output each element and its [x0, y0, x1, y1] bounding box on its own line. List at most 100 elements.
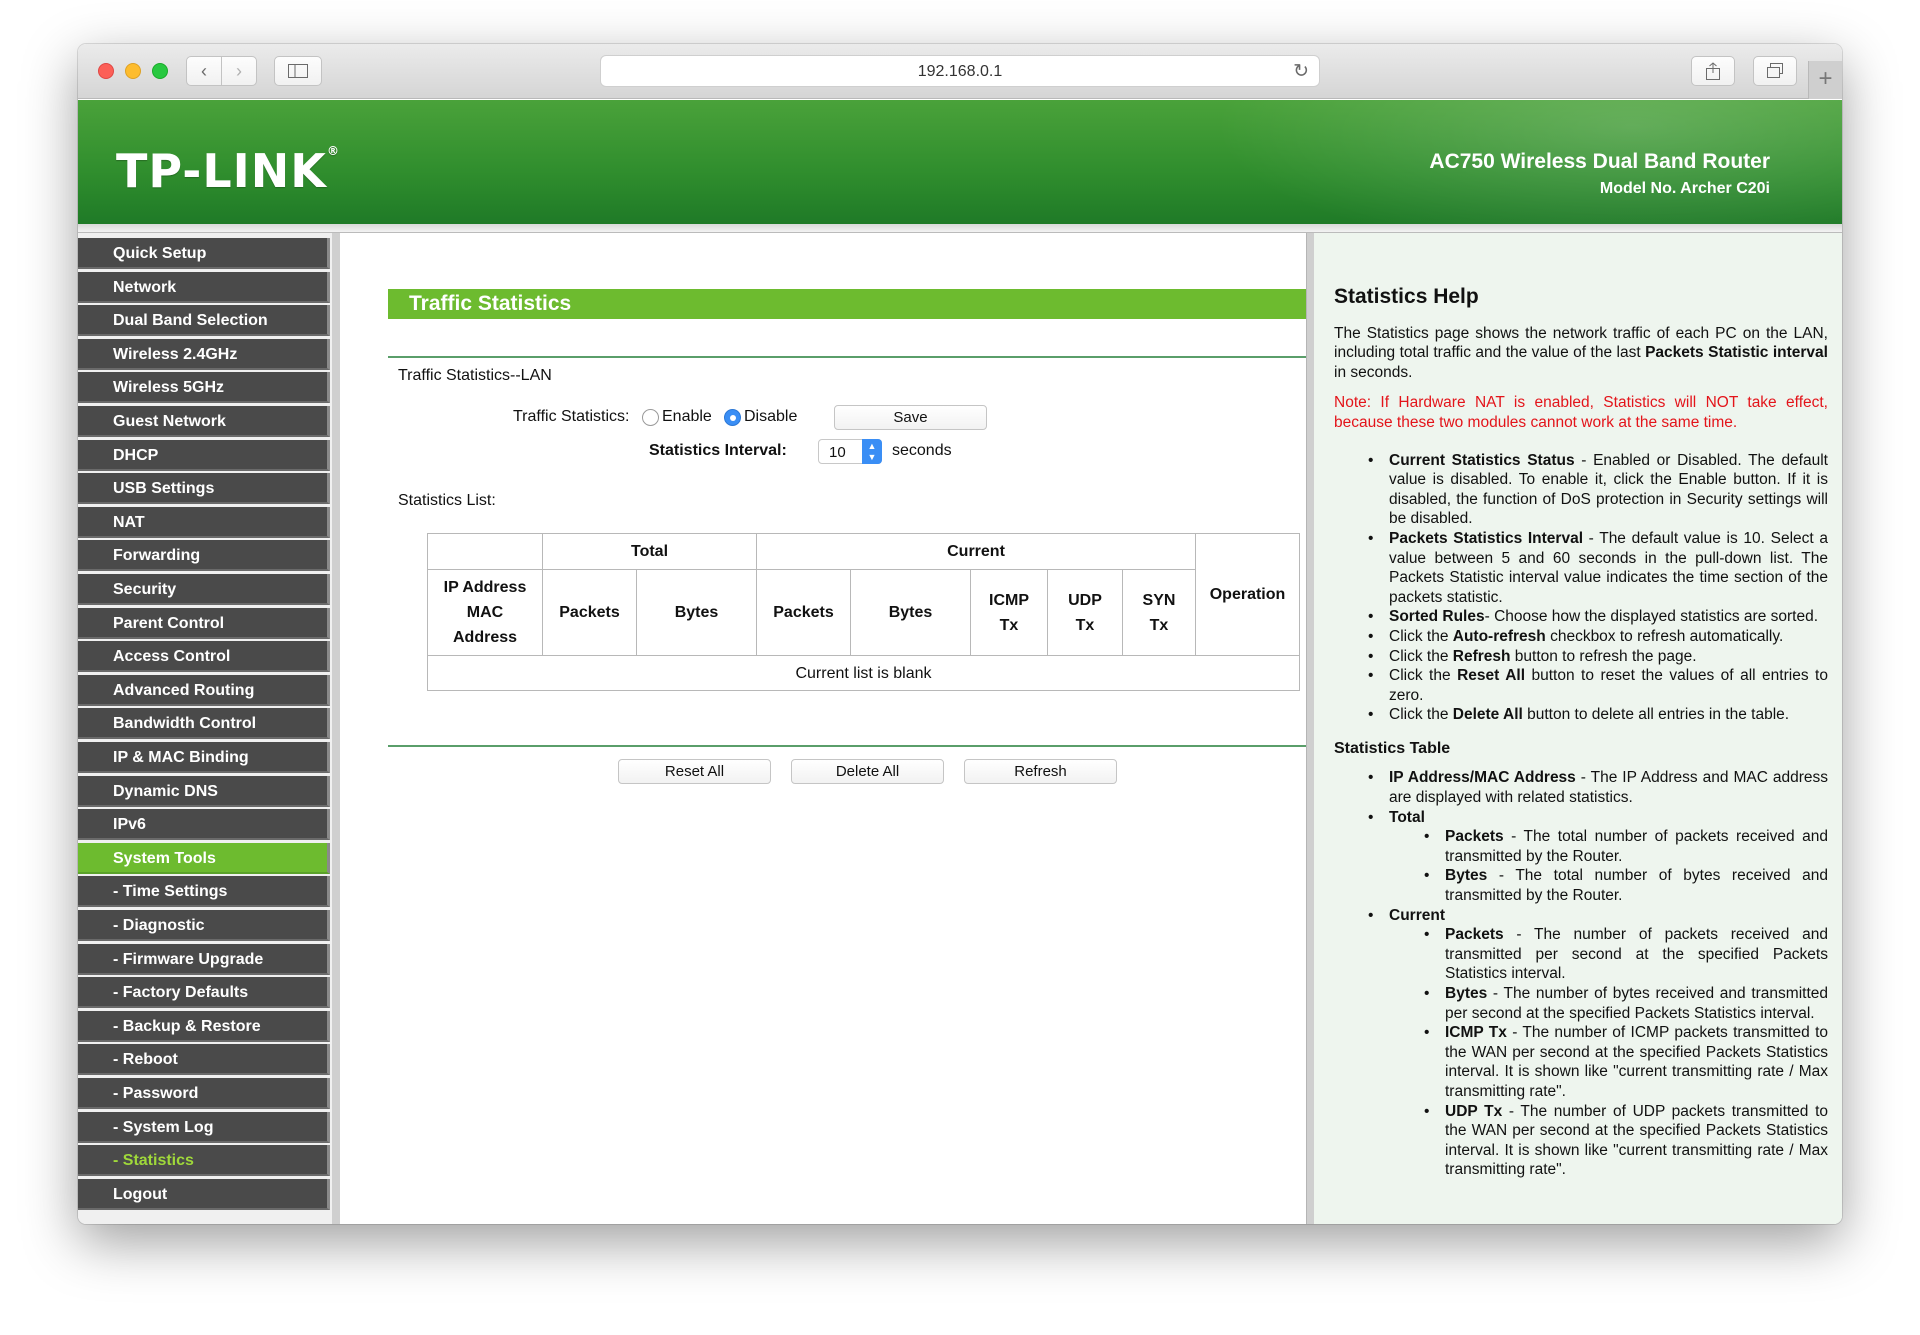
sidebar-item-ipv6[interactable]: IPv6: [78, 809, 330, 841]
sidebar-item-wireless-24ghz[interactable]: Wireless 2.4GHz: [78, 338, 330, 370]
sidebar-item-guest-network[interactable]: Guest Network: [78, 406, 330, 437]
header-udp-tx: UDP Tx: [1047, 569, 1123, 656]
reload-icon[interactable]: ↻: [1293, 60, 1309, 83]
sidebar-item-dynamic-dns[interactable]: Dynamic DNS: [78, 775, 330, 807]
sidebar-item-logout[interactable]: Logout: [78, 1178, 330, 1210]
statistics-table: Total Current Operation IP Address MAC Add…: [427, 533, 1300, 691]
header-current-packets: Packets: [756, 569, 851, 656]
minimize-window-button[interactable]: [125, 63, 141, 79]
sidebar-item-security[interactable]: Security: [78, 574, 330, 605]
browser-toolbar: ‹ › 192.168.0.1 ↻ +: [78, 44, 1842, 99]
reset-all-button[interactable]: Reset All: [618, 759, 771, 784]
header-current-bytes: Bytes: [850, 569, 971, 656]
sidebar-item-forwarding[interactable]: Forwarding: [78, 540, 330, 572]
sidebar-item-statistics[interactable]: - Statistics: [78, 1145, 330, 1177]
header-current: Current: [756, 533, 1196, 570]
list-item: Sorted Rules- Choose how the displayed s…: [1334, 607, 1828, 627]
chevron-right-icon: ›: [236, 60, 242, 81]
list-item: Packets Statistics Interval - The defaul…: [1334, 529, 1828, 607]
divider-bottom: [388, 745, 1306, 747]
zoom-window-button[interactable]: [152, 63, 168, 79]
table-corner: [427, 533, 543, 570]
sidebar-item-ip-mac-binding[interactable]: IP & MAC Binding: [78, 742, 330, 773]
refresh-button[interactable]: Refresh: [964, 759, 1117, 784]
tp-link-logo: TP-LINK®: [116, 144, 340, 198]
list-item: IP Address/MAC Address - The IP Address …: [1334, 768, 1828, 807]
browser-window: ‹ › 192.168.0.1 ↻ + TP-LINK® AC750 Wirel…: [78, 44, 1842, 1224]
sidebar-item-parent-control[interactable]: Parent Control: [78, 607, 330, 639]
tabs-overview-button[interactable]: [1753, 56, 1797, 86]
sidebar-item-quick-setup[interactable]: Quick Setup: [78, 238, 330, 269]
share-button[interactable]: [1691, 56, 1735, 86]
header-divider: [78, 224, 1842, 233]
save-button[interactable]: Save: [834, 405, 987, 430]
header-total-packets: Packets: [542, 569, 637, 656]
list-item: Current Statistics Status - Enabled or D…: [1334, 451, 1828, 529]
divider-top: [388, 356, 1306, 358]
help-note: Note: If Hardware NAT is enabled, Statis…: [1334, 394, 1828, 431]
sidebar-item-bandwidth-control[interactable]: Bandwidth Control: [78, 708, 330, 740]
list-item: Current Packets - The number of packets …: [1334, 906, 1828, 1180]
back-button[interactable]: ‹: [186, 56, 222, 86]
sidebar-toggle-button[interactable]: [274, 56, 322, 86]
traffic-statistics-label: Traffic Statistics:: [513, 408, 630, 425]
interval-unit: seconds: [892, 442, 952, 459]
address-text: 192.168.0.1: [917, 63, 1003, 80]
sidebar-item-system-log[interactable]: - System Log: [78, 1111, 330, 1143]
sidebar-item-usb-settings[interactable]: USB Settings: [78, 473, 330, 505]
page-title: Traffic Statistics: [388, 289, 1306, 319]
disable-label: Disable: [744, 408, 798, 425]
help-sublist: Packets - The total number of packets re…: [1389, 827, 1828, 905]
help-content: Statistics Help The Statistics page show…: [1334, 286, 1828, 1180]
list-item: Click the Reset All button to reset the …: [1334, 666, 1828, 705]
sidebar-item-firmware-upgrade[interactable]: - Firmware Upgrade: [78, 943, 330, 975]
help-list: Current Statistics Status - Enabled or D…: [1334, 451, 1828, 725]
sidebar-item-factory-defaults[interactable]: - Factory Defaults: [78, 977, 330, 1009]
address-bar[interactable]: 192.168.0.1 ↻: [600, 55, 1320, 87]
list-item: Click the Auto-refresh checkbox to refre…: [1334, 627, 1828, 647]
list-item: Bytes - The number of bytes received and…: [1389, 984, 1828, 1023]
header-operation: Operation: [1195, 533, 1300, 656]
help-table-list: IP Address/MAC Address - The IP Address …: [1334, 768, 1828, 1179]
new-tab-button[interactable]: +: [1808, 61, 1842, 99]
enable-radio[interactable]: [642, 409, 659, 426]
sidebar-item-system-tools[interactable]: System Tools: [78, 842, 330, 874]
list-item: Packets - The number of packets received…: [1389, 925, 1828, 984]
list-item: UDP Tx - The number of UDP packets trans…: [1389, 1102, 1828, 1180]
sidebar-item-dual-band-selection[interactable]: Dual Band Selection: [78, 305, 330, 337]
sidebar-item-nat[interactable]: NAT: [78, 506, 330, 538]
delete-all-button[interactable]: Delete All: [791, 759, 944, 784]
interval-value: 10: [829, 444, 846, 461]
sidebar-item-network[interactable]: Network: [78, 271, 330, 303]
list-item: Bytes - The total number of bytes receiv…: [1389, 866, 1828, 905]
main-content: Traffic Statistics Traffic Statistics--L…: [340, 233, 1306, 1224]
statistics-list-label: Statistics List:: [398, 492, 496, 509]
panel-divider[interactable]: [1306, 233, 1314, 1224]
sidebar-item-wireless-5ghz[interactable]: Wireless 5GHz: [78, 372, 330, 404]
sidebar-icon: [288, 64, 308, 78]
header-syn-tx: SYN Tx: [1122, 569, 1196, 656]
sidebar-item-backup-restore[interactable]: - Backup & Restore: [78, 1010, 330, 1042]
sidebar-item-time-settings[interactable]: - Time Settings: [78, 876, 330, 908]
section-subtitle: Traffic Statistics--LAN: [398, 367, 552, 384]
sidebar-item-access-control[interactable]: Access Control: [78, 641, 330, 673]
list-item: Total Packets - The total number of pack…: [1334, 808, 1828, 906]
list-item: Click the Refresh button to refresh the …: [1334, 647, 1828, 667]
model-number: Model No. Archer C20i: [1599, 180, 1770, 197]
sidebar-item-dhcp[interactable]: DHCP: [78, 439, 330, 471]
list-item: Packets - The total number of packets re…: [1389, 827, 1828, 866]
tabs-icon: [1767, 63, 1783, 78]
statistics-interval-label: Statistics Interval:: [649, 442, 787, 459]
sidebar-item-password[interactable]: - Password: [78, 1078, 330, 1109]
help-intro: The Statistics page shows the network tr…: [1334, 324, 1828, 381]
share-icon: [1706, 62, 1720, 80]
interval-select[interactable]: 10 ▲ ▼: [818, 439, 882, 464]
list-item: ICMP Tx - The number of ICMP packets tra…: [1389, 1023, 1828, 1101]
disable-radio[interactable]: [724, 409, 741, 426]
sidebar-item-diagnostic[interactable]: - Diagnostic: [78, 910, 330, 941]
header-total-bytes: Bytes: [636, 569, 757, 656]
sidebar-item-advanced-routing[interactable]: Advanced Routing: [78, 674, 330, 706]
sidebar-item-reboot[interactable]: - Reboot: [78, 1044, 330, 1076]
forward-button[interactable]: ›: [221, 56, 257, 86]
close-window-button[interactable]: [98, 63, 114, 79]
